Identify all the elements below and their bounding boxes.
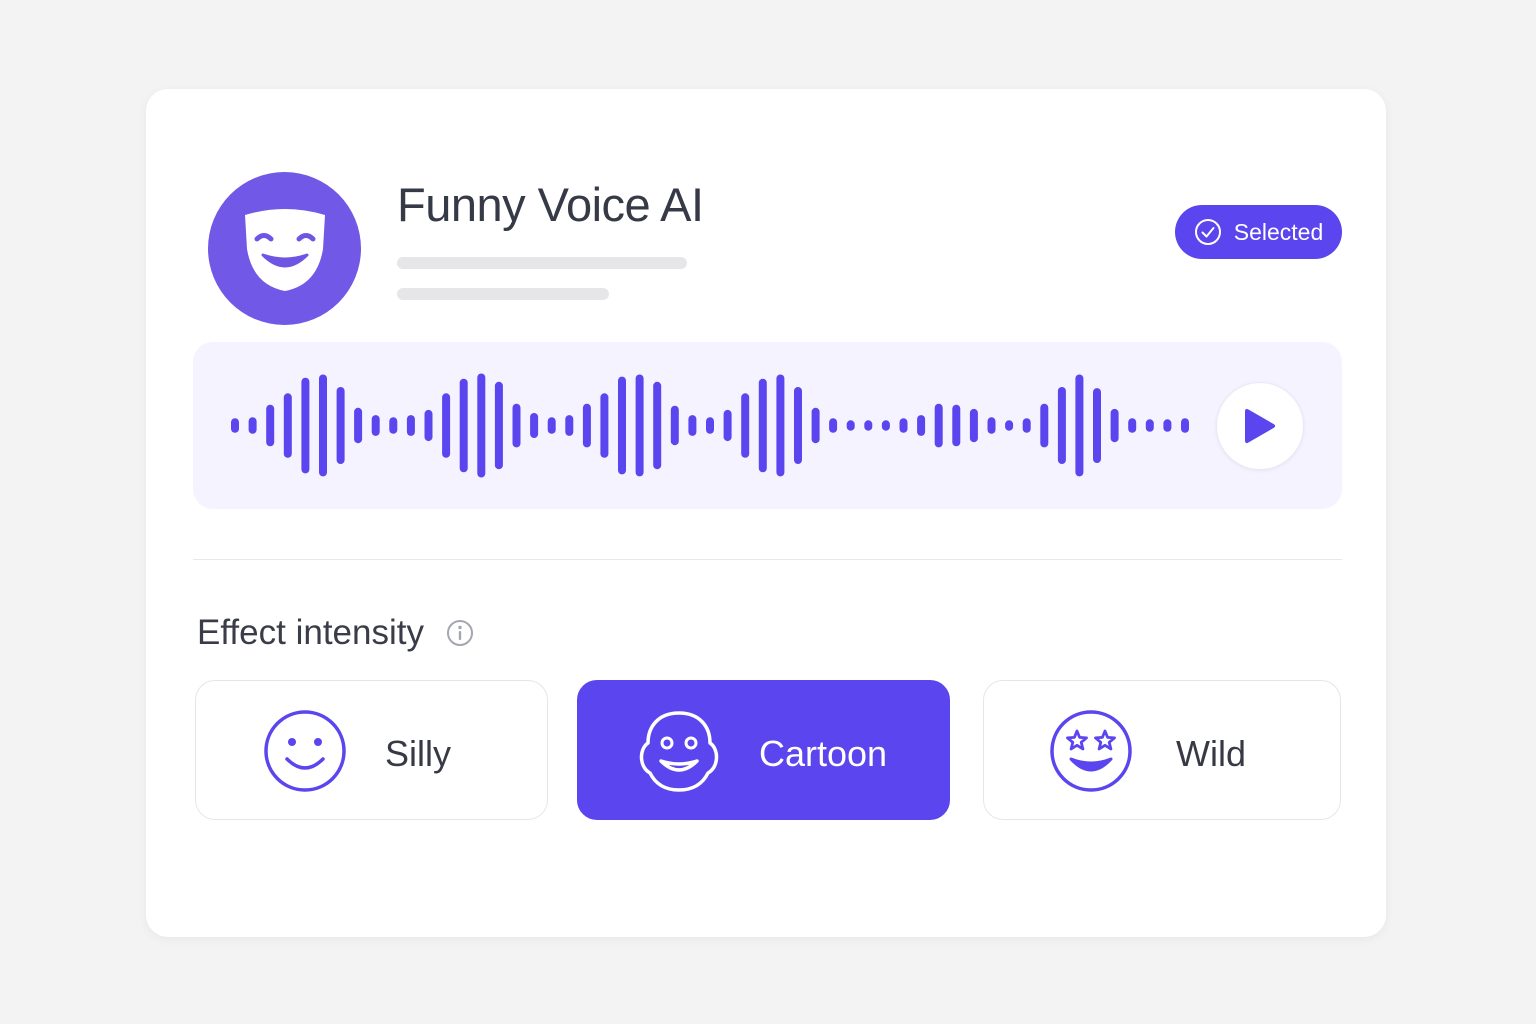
waveform-bar bbox=[618, 376, 626, 475]
info-icon[interactable] bbox=[446, 619, 474, 647]
waveform-bar bbox=[371, 415, 380, 436]
waveform-bar bbox=[987, 417, 996, 434]
waveform-bar bbox=[1040, 403, 1049, 448]
waveform-bar bbox=[1005, 420, 1014, 431]
waveform-bar bbox=[881, 420, 890, 431]
voice-card: Funny Voice AI Selected Effect intensity bbox=[146, 89, 1386, 937]
waveform-bar bbox=[231, 418, 239, 433]
waveform-bar bbox=[442, 393, 451, 458]
waveform-bar bbox=[582, 403, 591, 448]
waveform-bar bbox=[1145, 419, 1154, 432]
waveform-bar bbox=[1075, 374, 1084, 477]
waveform-bar bbox=[899, 418, 908, 433]
waveform-bar bbox=[406, 415, 415, 436]
waveform-bar bbox=[653, 381, 662, 470]
cartoon-face-icon bbox=[639, 711, 719, 792]
waveform-bar bbox=[319, 374, 327, 477]
waveform-bar bbox=[301, 377, 310, 474]
waveform-bar bbox=[1022, 418, 1031, 433]
waveform-bar bbox=[424, 409, 433, 442]
check-circle-icon bbox=[1194, 219, 1221, 245]
play-icon bbox=[1245, 409, 1275, 443]
smiley-face-icon bbox=[264, 710, 346, 792]
effect-intensity-label: Effect intensity bbox=[197, 613, 424, 652]
option-wild[interactable]: Wild bbox=[983, 680, 1341, 820]
waveform-bar bbox=[547, 417, 556, 434]
waveform-bar bbox=[1093, 388, 1101, 463]
waveform-bar bbox=[354, 407, 363, 444]
page-title: Funny Voice AI bbox=[397, 178, 704, 231]
waveform-bar bbox=[635, 374, 644, 477]
waveform-bar bbox=[494, 381, 503, 470]
waveform-bar bbox=[952, 404, 961, 447]
waveform-bar bbox=[389, 417, 398, 434]
waveform-bar bbox=[846, 420, 855, 431]
audio-waveform[interactable] bbox=[231, 367, 1189, 484]
waveform-bar bbox=[565, 415, 574, 436]
waveform-bar bbox=[1163, 419, 1172, 432]
waveform-bar bbox=[776, 374, 785, 477]
waveform-bar bbox=[477, 373, 486, 478]
option-silly-label: Silly bbox=[385, 733, 452, 774]
option-silly[interactable]: Silly bbox=[195, 680, 548, 820]
description-placeholder-line-short bbox=[397, 288, 609, 300]
waveform-bar bbox=[283, 393, 292, 458]
waveform-bar bbox=[512, 403, 521, 448]
star-eyes-face-icon bbox=[1050, 710, 1132, 792]
waveform-bar bbox=[1110, 408, 1119, 443]
waveform-bar bbox=[1057, 387, 1066, 464]
waveform-bar bbox=[758, 378, 767, 473]
waveform-bar bbox=[723, 409, 732, 442]
waveform-bar bbox=[1128, 418, 1137, 433]
waveform-bar bbox=[248, 417, 257, 434]
waveform-bar bbox=[530, 413, 539, 438]
theater-mask-icon bbox=[244, 208, 325, 291]
option-cartoon-label: Cartoon bbox=[759, 733, 888, 774]
waveform-bar bbox=[670, 405, 679, 446]
description-placeholder-line bbox=[397, 257, 687, 269]
divider bbox=[193, 559, 1342, 560]
waveform-bar bbox=[829, 418, 838, 433]
audio-preview-panel bbox=[193, 342, 1342, 509]
voice-avatar bbox=[208, 172, 361, 325]
waveform-bar bbox=[706, 417, 714, 434]
effect-intensity-header: Effect intensity bbox=[197, 613, 474, 653]
waveform-bar bbox=[266, 404, 275, 447]
waveform-bar bbox=[688, 415, 697, 436]
selected-badge[interactable]: Selected bbox=[1175, 205, 1342, 259]
waveform-bar bbox=[969, 408, 978, 443]
option-cartoon[interactable]: Cartoon bbox=[577, 680, 950, 820]
waveform-bar bbox=[917, 415, 926, 436]
play-button[interactable] bbox=[1216, 382, 1304, 470]
waveform-bar bbox=[600, 393, 609, 458]
option-wild-label: Wild bbox=[1176, 733, 1246, 774]
waveform-bar bbox=[794, 387, 802, 464]
waveform-bar bbox=[934, 403, 943, 448]
waveform-bar bbox=[741, 393, 750, 458]
selected-badge-label: Selected bbox=[1233, 218, 1324, 245]
waveform-bar bbox=[864, 420, 873, 431]
waveform-bar bbox=[1181, 418, 1189, 433]
waveform-bar bbox=[811, 407, 820, 444]
waveform-bar bbox=[336, 387, 345, 464]
waveform-bar bbox=[459, 378, 468, 473]
